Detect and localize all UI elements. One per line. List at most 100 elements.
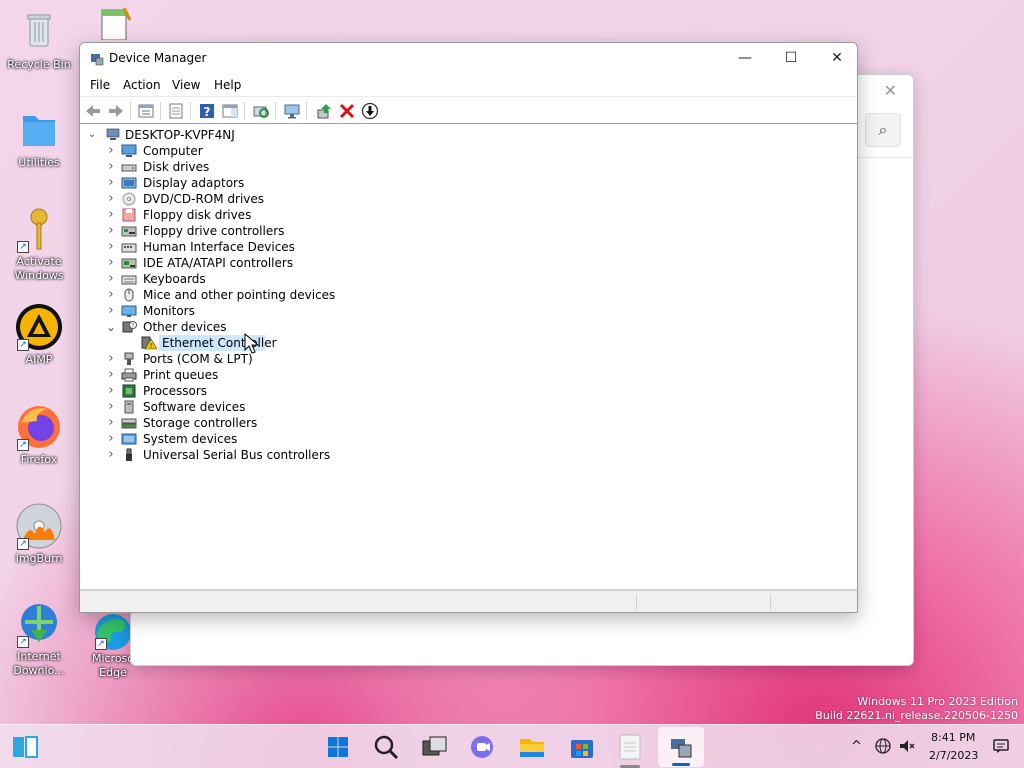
- tree-category-label: Display adaptors: [143, 176, 245, 190]
- properties-view-icon[interactable]: [137, 102, 155, 120]
- desktop-icon-activate-windows[interactable]: ↗ Activate Windows: [7, 205, 71, 283]
- chevron-right-icon[interactable]: ›: [105, 207, 117, 223]
- chevron-right-icon[interactable]: ›: [105, 223, 117, 239]
- chevron-right-icon[interactable]: ›: [105, 415, 117, 431]
- minimize-button[interactable]: —: [722, 43, 768, 75]
- device-tree[interactable]: ⌄ DESKTOP-KVPF4NJ › Computer › Disk drives ›…: [80, 125, 857, 590]
- chevron-right-icon[interactable]: ›: [105, 303, 117, 319]
- chevron-right-icon[interactable]: ›: [105, 191, 117, 207]
- notifications-icon[interactable]: [992, 737, 1010, 758]
- close-button[interactable]: ✕: [814, 43, 857, 75]
- chevron-right-icon[interactable]: ›: [105, 159, 117, 175]
- chevron-right-icon[interactable]: ›: [105, 351, 117, 367]
- chevron-right-icon[interactable]: ›: [105, 431, 117, 447]
- desktop-icon-imgburn[interactable]: ↗ ImgBurn: [7, 502, 71, 566]
- svg-text:!: !: [150, 342, 153, 350]
- minimize-icon: —: [738, 50, 752, 66]
- chevron-right-icon[interactable]: ›: [105, 399, 117, 415]
- imgburn-icon: ↗: [15, 502, 63, 550]
- desktop-icon-internet-download-manager[interactable]: ↗ Internet Downlo...: [7, 600, 71, 678]
- widgets-icon[interactable]: [9, 731, 41, 763]
- system-devices-icon: [121, 432, 137, 446]
- folder-icon: [15, 106, 63, 154]
- search-icon[interactable]: [370, 731, 402, 763]
- menu-view[interactable]: View: [172, 78, 200, 92]
- action-pane-icon[interactable]: [221, 102, 239, 120]
- desktop-icon-label: Utilities: [18, 156, 60, 169]
- windows-watermark: Windows 11 Pro 2023 Edition Build 22621.…: [815, 695, 1018, 723]
- desktop-icon-aimp[interactable]: ↗ AIMP: [7, 303, 71, 367]
- network-globe-icon[interactable]: [874, 737, 892, 758]
- toolbar-separator: [190, 102, 191, 120]
- shortcut-arrow-icon: ↗: [17, 636, 29, 648]
- display-adapter-icon: [121, 176, 137, 190]
- task-view-icon[interactable]: [418, 731, 450, 763]
- edge-icon: ↗: [93, 612, 133, 650]
- chevron-down-icon[interactable]: ⌄: [86, 127, 98, 143]
- forward-arrow-icon[interactable]: [107, 102, 125, 120]
- chevron-right-icon[interactable]: ›: [105, 271, 117, 287]
- uninstall-icon[interactable]: [338, 102, 356, 120]
- desktop-icon-label: Activate Windows: [14, 255, 64, 282]
- floppy-disk-icon: [121, 208, 137, 222]
- microsoft-store-icon[interactable]: [566, 731, 598, 763]
- processor-icon: [121, 384, 137, 398]
- chevron-right-icon[interactable]: ›: [105, 447, 117, 463]
- scan-hardware-icon[interactable]: [252, 102, 270, 120]
- help-icon[interactable]: ?: [198, 102, 216, 120]
- update-driver-icon[interactable]: [315, 102, 333, 120]
- chevron-right-icon[interactable]: ›: [105, 239, 117, 255]
- chevron-right-icon[interactable]: ›: [105, 287, 117, 303]
- status-bar: [80, 590, 857, 612]
- maximize-button[interactable]: ☐: [768, 43, 814, 75]
- teams-chat-icon[interactable]: [466, 731, 498, 763]
- chevron-right-icon[interactable]: ›: [105, 255, 117, 271]
- toolbar-separator: [160, 102, 161, 120]
- tree-category-label: Monitors: [143, 304, 195, 318]
- tree-category-label: DVD/CD-ROM drives: [143, 192, 265, 206]
- search-icon[interactable]: ⌕: [865, 113, 901, 147]
- title-bar[interactable]: Device Manager — ☐ ✕: [80, 43, 857, 75]
- toolbar-separator: [130, 102, 131, 120]
- monitor-icon[interactable]: [283, 102, 301, 120]
- clock-date[interactable]: 2/7/2023: [929, 749, 978, 762]
- shortcut-arrow-icon: ↗: [17, 241, 29, 253]
- back-arrow-icon[interactable]: [84, 102, 102, 120]
- desktop-icon-utilities[interactable]: Utilities: [7, 106, 71, 170]
- menu-action[interactable]: Action: [123, 78, 161, 92]
- file-explorer-icon[interactable]: [516, 731, 548, 763]
- download-arrow-icon[interactable]: [361, 102, 379, 120]
- maximize-icon: ☐: [784, 50, 798, 66]
- device-manager-app-icon: [90, 52, 104, 66]
- watermark-build: Build 22621.ni_release.220506-1250: [815, 709, 1018, 722]
- device-manager-window[interactable]: Device Manager — ☐ ✕ File Action View He…: [79, 42, 858, 613]
- recycle-bin-icon: [15, 8, 63, 56]
- desktop-icon-label: Microso Edge: [91, 652, 135, 679]
- toolbar: ?: [80, 96, 857, 124]
- properties-icon[interactable]: [167, 102, 185, 120]
- close-icon[interactable]: ✕: [884, 81, 897, 100]
- clock-time[interactable]: 8:41 PM: [931, 731, 975, 744]
- chevron-right-icon[interactable]: ›: [105, 175, 117, 191]
- desktop-icon-label: Firefox: [20, 453, 58, 466]
- chevron-down-icon[interactable]: ⌄: [105, 319, 117, 335]
- notepad-taskbar-icon[interactable]: [614, 731, 646, 763]
- desktop-icon-recycle-bin[interactable]: Recycle Bin: [7, 8, 71, 72]
- chevron-right-icon[interactable]: ›: [105, 143, 117, 159]
- volume-muted-icon[interactable]: [898, 737, 916, 758]
- chevron-right-icon[interactable]: ›: [105, 367, 117, 383]
- chevron-right-icon[interactable]: ›: [105, 383, 117, 399]
- taskbar: ^ 8:41 PM 2/7/2023: [0, 724, 1024, 768]
- start-button-icon[interactable]: [322, 731, 354, 763]
- tree-category-label: Mice and other pointing devices: [143, 288, 336, 302]
- tray-chevron-icon[interactable]: ^: [851, 739, 862, 754]
- usb-icon: [121, 448, 137, 462]
- tree-category-label: Other devices: [143, 320, 227, 334]
- tree-category-label: Keyboards: [143, 272, 206, 286]
- device-manager-taskbar-button[interactable]: [658, 727, 704, 767]
- menu-file[interactable]: File: [90, 78, 110, 92]
- desktop-icon-notepad[interactable]: [86, 6, 142, 42]
- menu-help[interactable]: Help: [214, 78, 241, 92]
- firefox-icon: ↗: [15, 403, 63, 451]
- desktop-icon-firefox[interactable]: ↗ Firefox: [7, 403, 71, 467]
